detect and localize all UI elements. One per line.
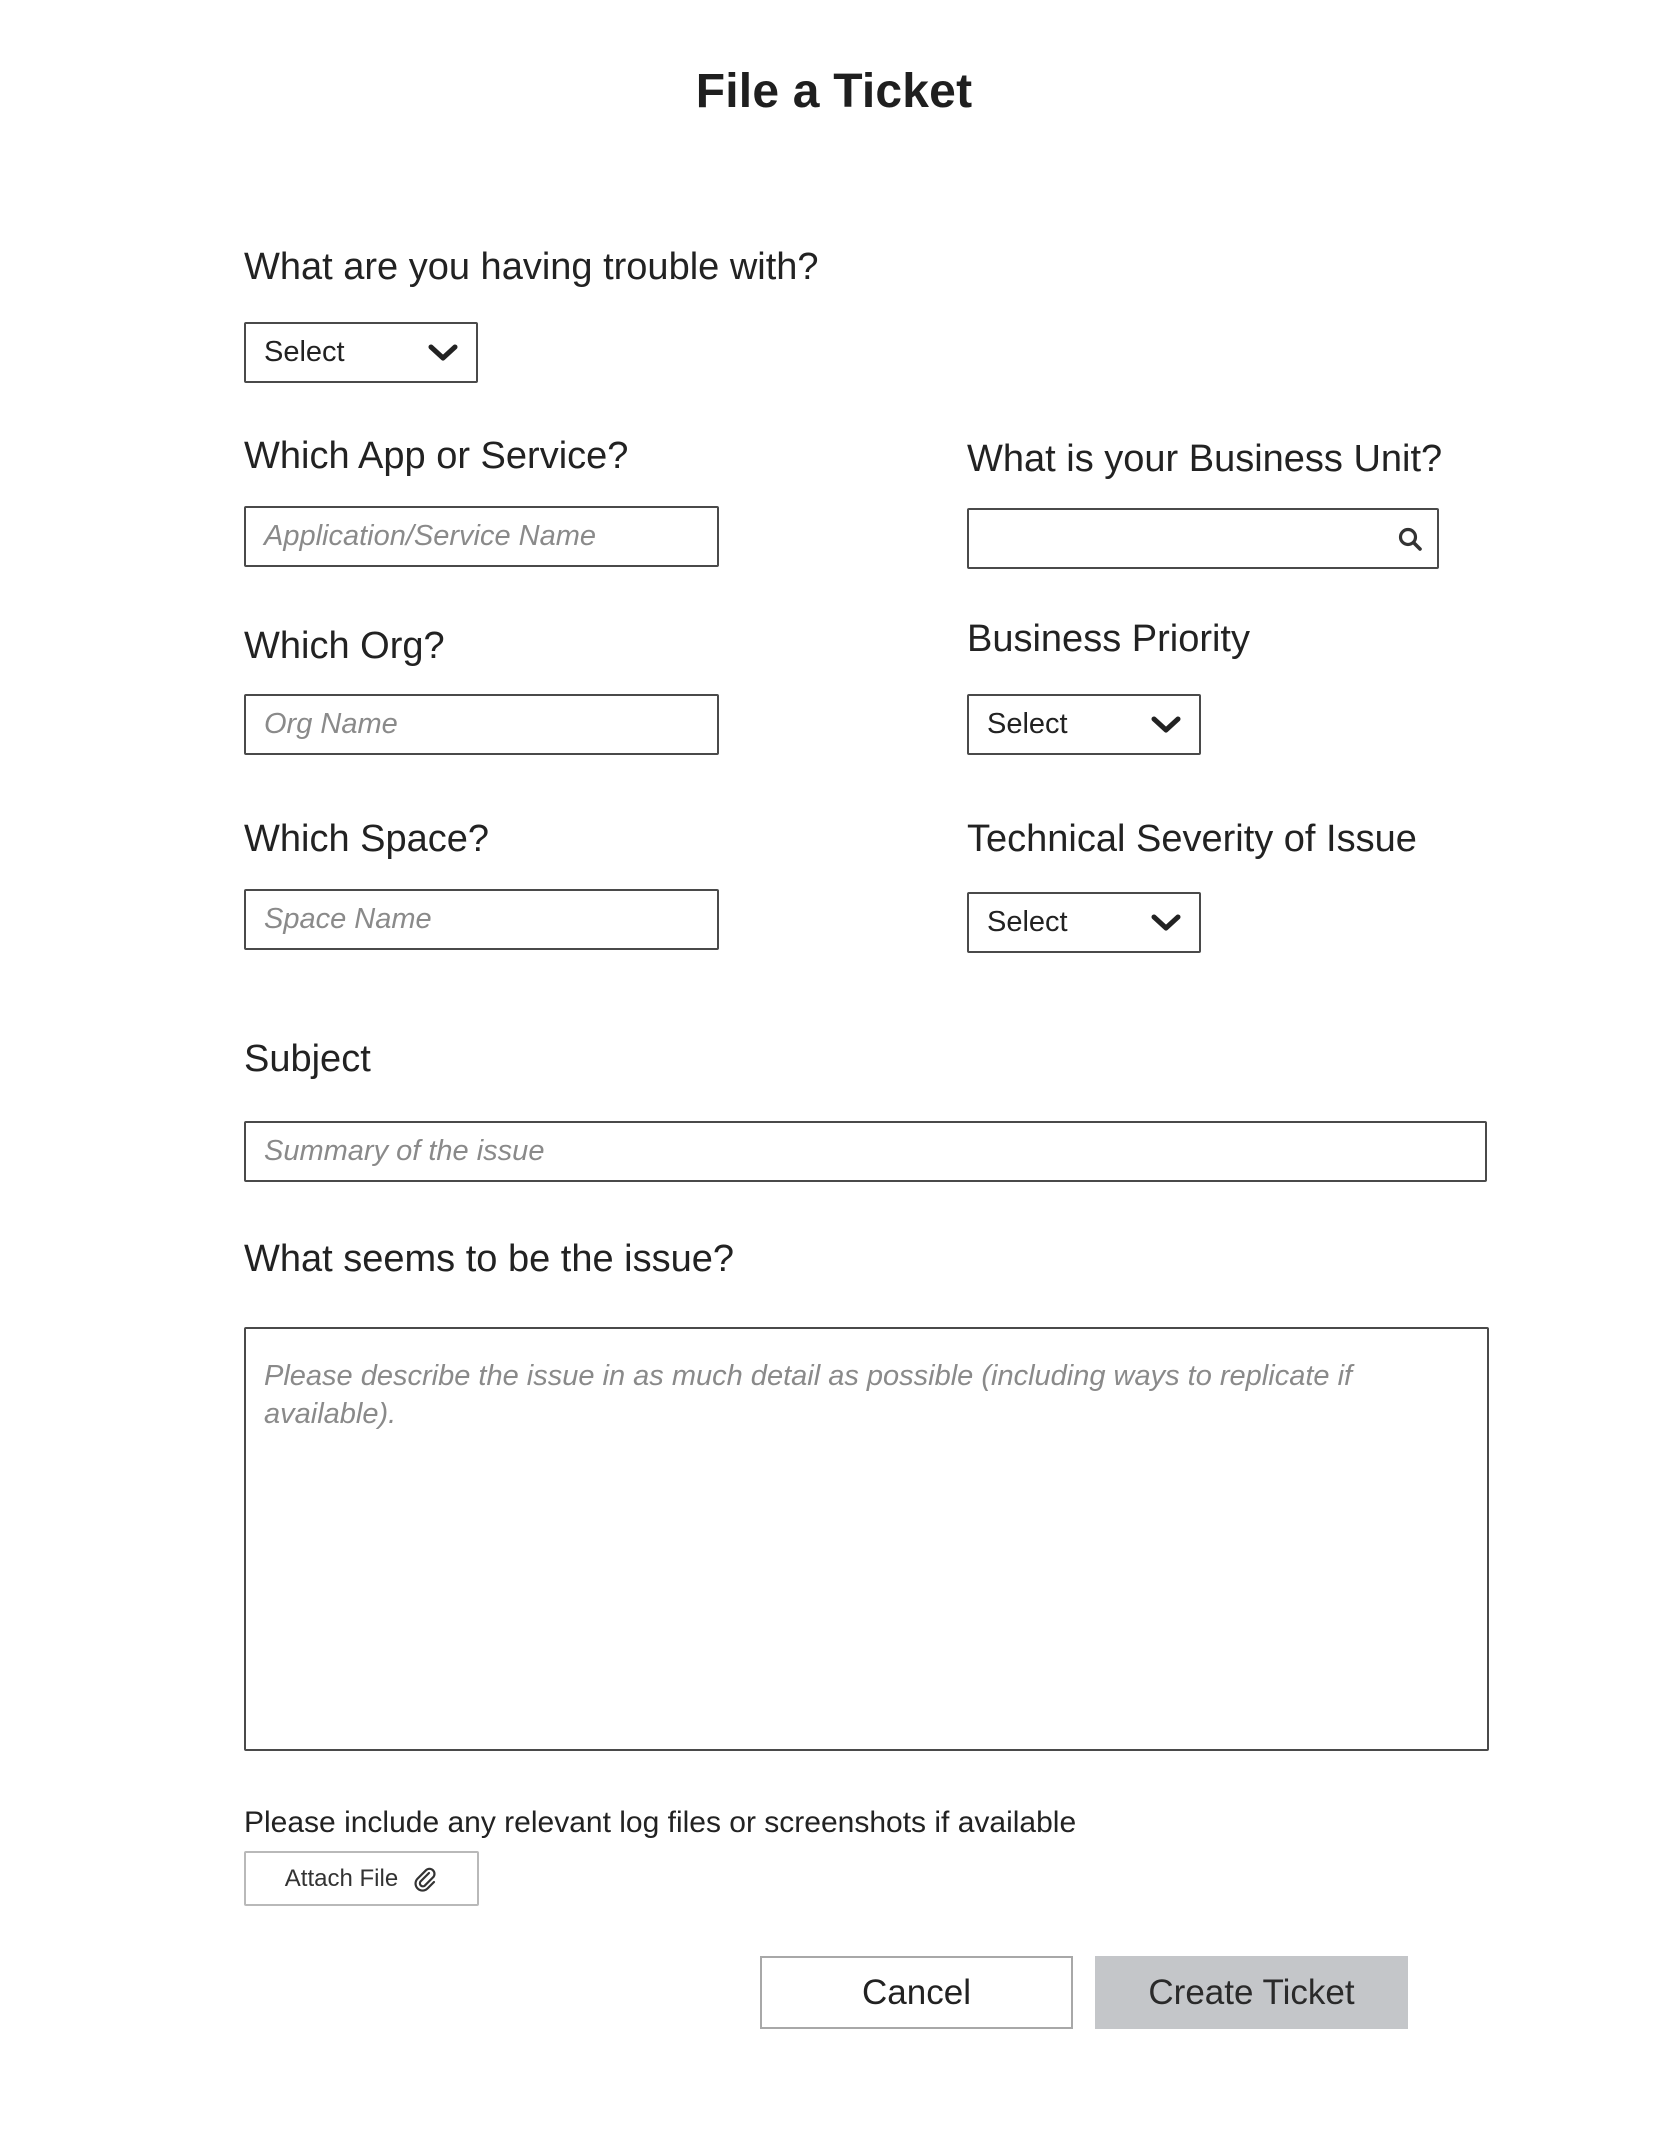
attach-file-label: Attach File (284, 1864, 399, 1892)
chevron-down-icon (1151, 914, 1181, 930)
business-priority-label: Business Priority (967, 618, 1250, 660)
attach-file-button[interactable]: Attach File (244, 1851, 479, 1906)
chevron-down-icon (428, 344, 458, 360)
business-priority-select[interactable]: Select (967, 694, 1201, 755)
trouble-select[interactable]: Select (244, 322, 478, 383)
trouble-select-value: Select (264, 336, 345, 368)
space-label: Which Space? (244, 818, 490, 860)
space-placeholder: Space Name (264, 903, 432, 935)
app-service-input[interactable]: Application/Service Name (244, 506, 719, 567)
page-title: File a Ticket (695, 65, 973, 118)
technical-severity-select[interactable]: Select (967, 892, 1201, 953)
chevron-down-icon (1151, 716, 1181, 732)
space-input[interactable]: Space Name (244, 889, 719, 950)
subject-input[interactable]: Summary of the issue (244, 1121, 1487, 1182)
issue-textarea[interactable]: Please describe the issue in as much det… (244, 1327, 1489, 1751)
technical-severity-select-value: Select (987, 906, 1068, 938)
technical-severity-label: Technical Severity of Issue (967, 818, 1417, 860)
issue-placeholder: Please describe the issue in as much det… (264, 1360, 1353, 1430)
org-input[interactable]: Org Name (244, 694, 719, 755)
create-ticket-button-label: Create Ticket (1148, 1972, 1355, 2012)
trouble-label: What are you having trouble with? (244, 246, 819, 288)
business-unit-search-input[interactable] (967, 508, 1439, 569)
attachments-help-text: Please include any relevant log files or… (244, 1806, 1077, 1839)
paperclip-icon (414, 1867, 436, 1892)
cancel-button-label: Cancel (862, 1972, 971, 2012)
cancel-button[interactable]: Cancel (760, 1956, 1073, 2029)
app-service-placeholder: Application/Service Name (264, 520, 597, 552)
search-icon[interactable] (1397, 526, 1423, 552)
app-service-label: Which App or Service? (244, 435, 629, 477)
org-label: Which Org? (244, 625, 445, 667)
business-priority-select-value: Select (987, 708, 1068, 740)
create-ticket-button[interactable]: Create Ticket (1095, 1956, 1408, 2029)
subject-placeholder: Summary of the issue (264, 1135, 545, 1167)
org-placeholder: Org Name (264, 708, 398, 740)
issue-label: What seems to be the issue? (244, 1238, 735, 1280)
business-unit-label: What is your Business Unit? (967, 438, 1443, 480)
subject-label: Subject (244, 1038, 371, 1080)
